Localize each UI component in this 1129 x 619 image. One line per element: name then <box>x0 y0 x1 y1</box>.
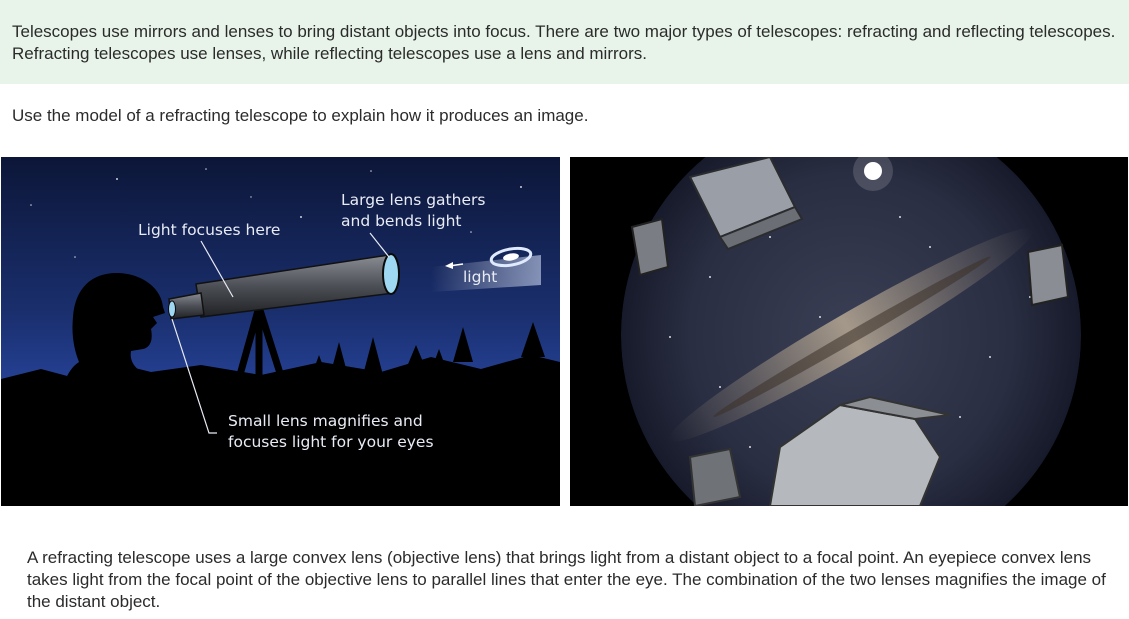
label-light: light <box>463 268 498 286</box>
observatory-building-right <box>1026 243 1070 307</box>
label-small-lens: Small lens magnifies and focuses light f… <box>228 412 434 451</box>
intro-text: Telescopes use mirrors and lenses to bri… <box>12 22 1116 63</box>
objective-lens <box>382 253 400 295</box>
refracting-telescope-diagram: Light focuses here Large lens gathers an… <box>1 157 560 506</box>
question-prompt: Use the model of a refracting telescope … <box>12 106 589 125</box>
intro-box: Telescopes use mirrors and lenses to bri… <box>0 0 1129 84</box>
explanation-text: A refracting telescope uses a large conv… <box>27 548 1106 611</box>
observatory-fisheye-photo <box>570 157 1128 506</box>
eyepiece-lens <box>168 300 176 318</box>
telescope <box>168 253 400 320</box>
photo-artwork <box>570 157 1128 506</box>
label-large-lens: Large lens gathers and bends light <box>341 191 486 230</box>
label-light-focuses-here: Light focuses here <box>138 221 281 239</box>
